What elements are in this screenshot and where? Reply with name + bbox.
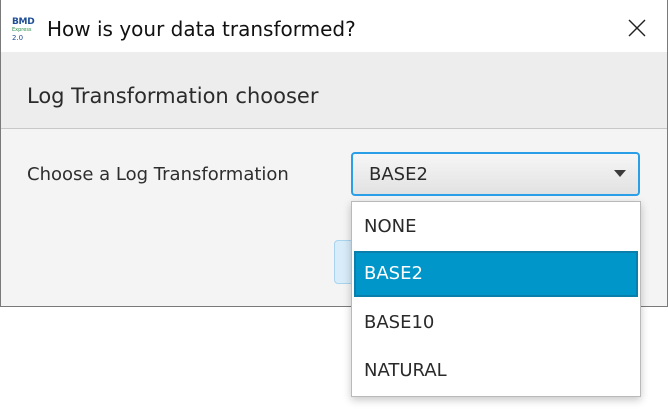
screen: BMD Express 2.0 How is your data transfo…	[0, 0, 668, 409]
option-base10[interactable]: BASE10	[354, 300, 638, 346]
close-button[interactable]	[621, 12, 653, 44]
option-natural[interactable]: NATURAL	[354, 348, 638, 394]
logo-line-3: 2.0	[12, 34, 24, 42]
dialog-header: Log Transformation chooser	[27, 84, 319, 108]
bmd-express-logo: BMD Express 2.0	[12, 18, 36, 44]
option-none[interactable]: NONE	[354, 204, 638, 250]
close-icon	[628, 19, 646, 37]
combobox-selected-value: BASE2	[369, 164, 428, 185]
combobox-popup-list: NONE BASE2 BASE10 NATURAL	[351, 201, 641, 397]
chevron-down-icon[interactable]	[614, 170, 626, 177]
option-base2[interactable]: BASE2	[354, 251, 638, 297]
window-title: How is your data transformed?	[47, 17, 356, 41]
title-bar: BMD Express 2.0 How is your data transfo…	[1, 0, 667, 52]
log-transform-label: Choose a Log Transformation	[27, 164, 289, 185]
logo-line-1: BMD	[12, 17, 35, 27]
logo-line-2: Express	[12, 27, 32, 33]
dialog-header-band: Log Transformation chooser	[1, 52, 667, 129]
log-transform-combobox[interactable]: BASE2	[351, 152, 640, 196]
